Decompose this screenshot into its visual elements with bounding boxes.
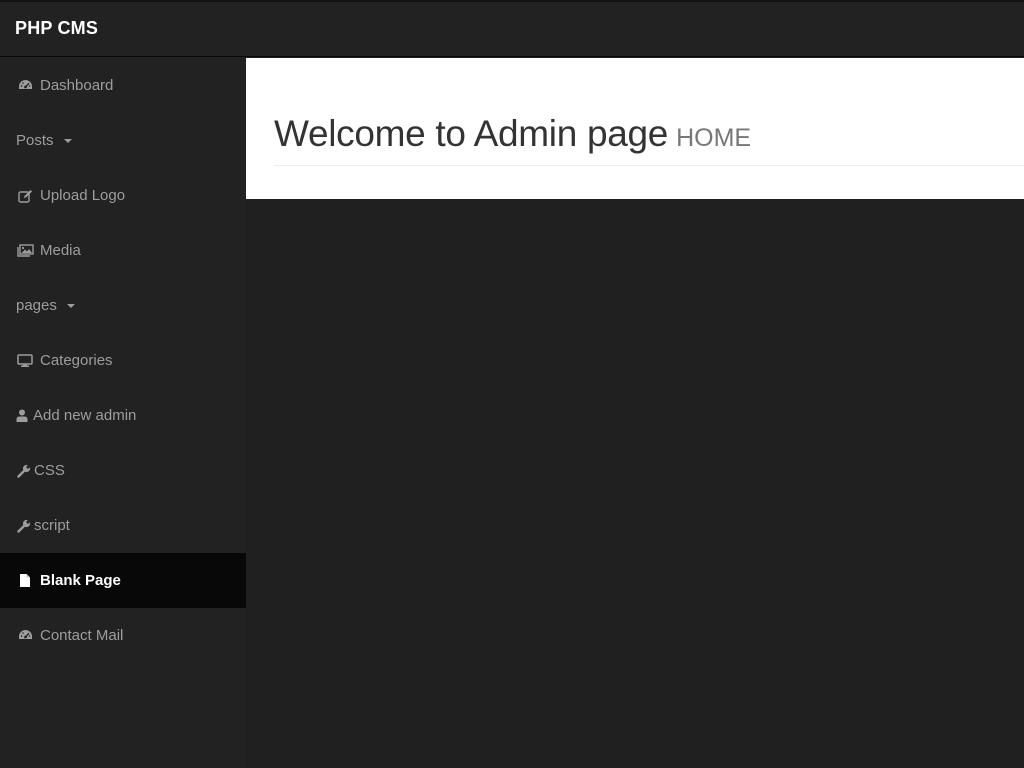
sidebar-item-label: pages [16, 297, 57, 314]
brand-link[interactable]: PHP CMS [15, 18, 98, 39]
sidebar-item-blank-page[interactable]: Blank Page [0, 553, 246, 608]
sidebar-item-upload-logo[interactable]: Upload Logo [0, 168, 246, 223]
wrench-icon [16, 518, 31, 534]
sidebar-item-label: Contact Mail [40, 627, 124, 644]
page-content: Welcome to Admin page HOME [246, 58, 1024, 199]
sidebar-item-css[interactable]: CSS [0, 443, 246, 498]
caret-down-icon [66, 303, 75, 308]
picture-icon [16, 243, 34, 259]
caret-down-icon [63, 138, 72, 143]
sidebar-item-label: Posts [16, 132, 54, 149]
sidebar-item-label: Media [40, 242, 81, 259]
user-icon [16, 408, 28, 424]
sidebar-item-add-new-admin[interactable]: Add new admin [0, 388, 246, 443]
edit-icon [16, 188, 34, 204]
file-icon [16, 573, 34, 589]
sidebar-item-media[interactable]: Media [0, 223, 246, 278]
sidebar-item-script[interactable]: script [0, 498, 246, 553]
dashboard-icon [16, 78, 34, 94]
desktop-icon [16, 353, 34, 369]
sidebar-item-dashboard[interactable]: Dashboard [0, 58, 246, 113]
sidebar-item-contact-mail[interactable]: Contact Mail [0, 608, 246, 663]
sidebar-item-label: script [34, 517, 70, 534]
sidebar-item-pages[interactable]: pages [0, 278, 246, 333]
sidebar-item-label: Blank Page [40, 572, 121, 589]
page-header: Welcome to Admin page HOME [274, 113, 1024, 166]
wrench-icon [16, 463, 31, 479]
page-title: Welcome to Admin page [274, 113, 669, 154]
dashboard-icon [16, 628, 34, 644]
sidebar-item-label: Dashboard [40, 77, 114, 94]
sidebar: Dashboard Posts Upload Logo Media pages … [0, 57, 246, 768]
sidebar-item-label: Upload Logo [40, 187, 126, 204]
sidebar-item-label: Categories [40, 352, 113, 369]
top-navbar: PHP CMS [0, 0, 1024, 57]
sidebar-item-label: Add new admin [33, 407, 137, 424]
page-subtitle: HOME [676, 124, 752, 152]
sidebar-item-label: CSS [34, 462, 65, 479]
admin-window: PHP CMS Dashboard Posts Upload Logo Medi… [0, 0, 1024, 768]
sidebar-item-posts[interactable]: Posts [0, 113, 246, 168]
sidebar-item-categories[interactable]: Categories [0, 333, 246, 388]
